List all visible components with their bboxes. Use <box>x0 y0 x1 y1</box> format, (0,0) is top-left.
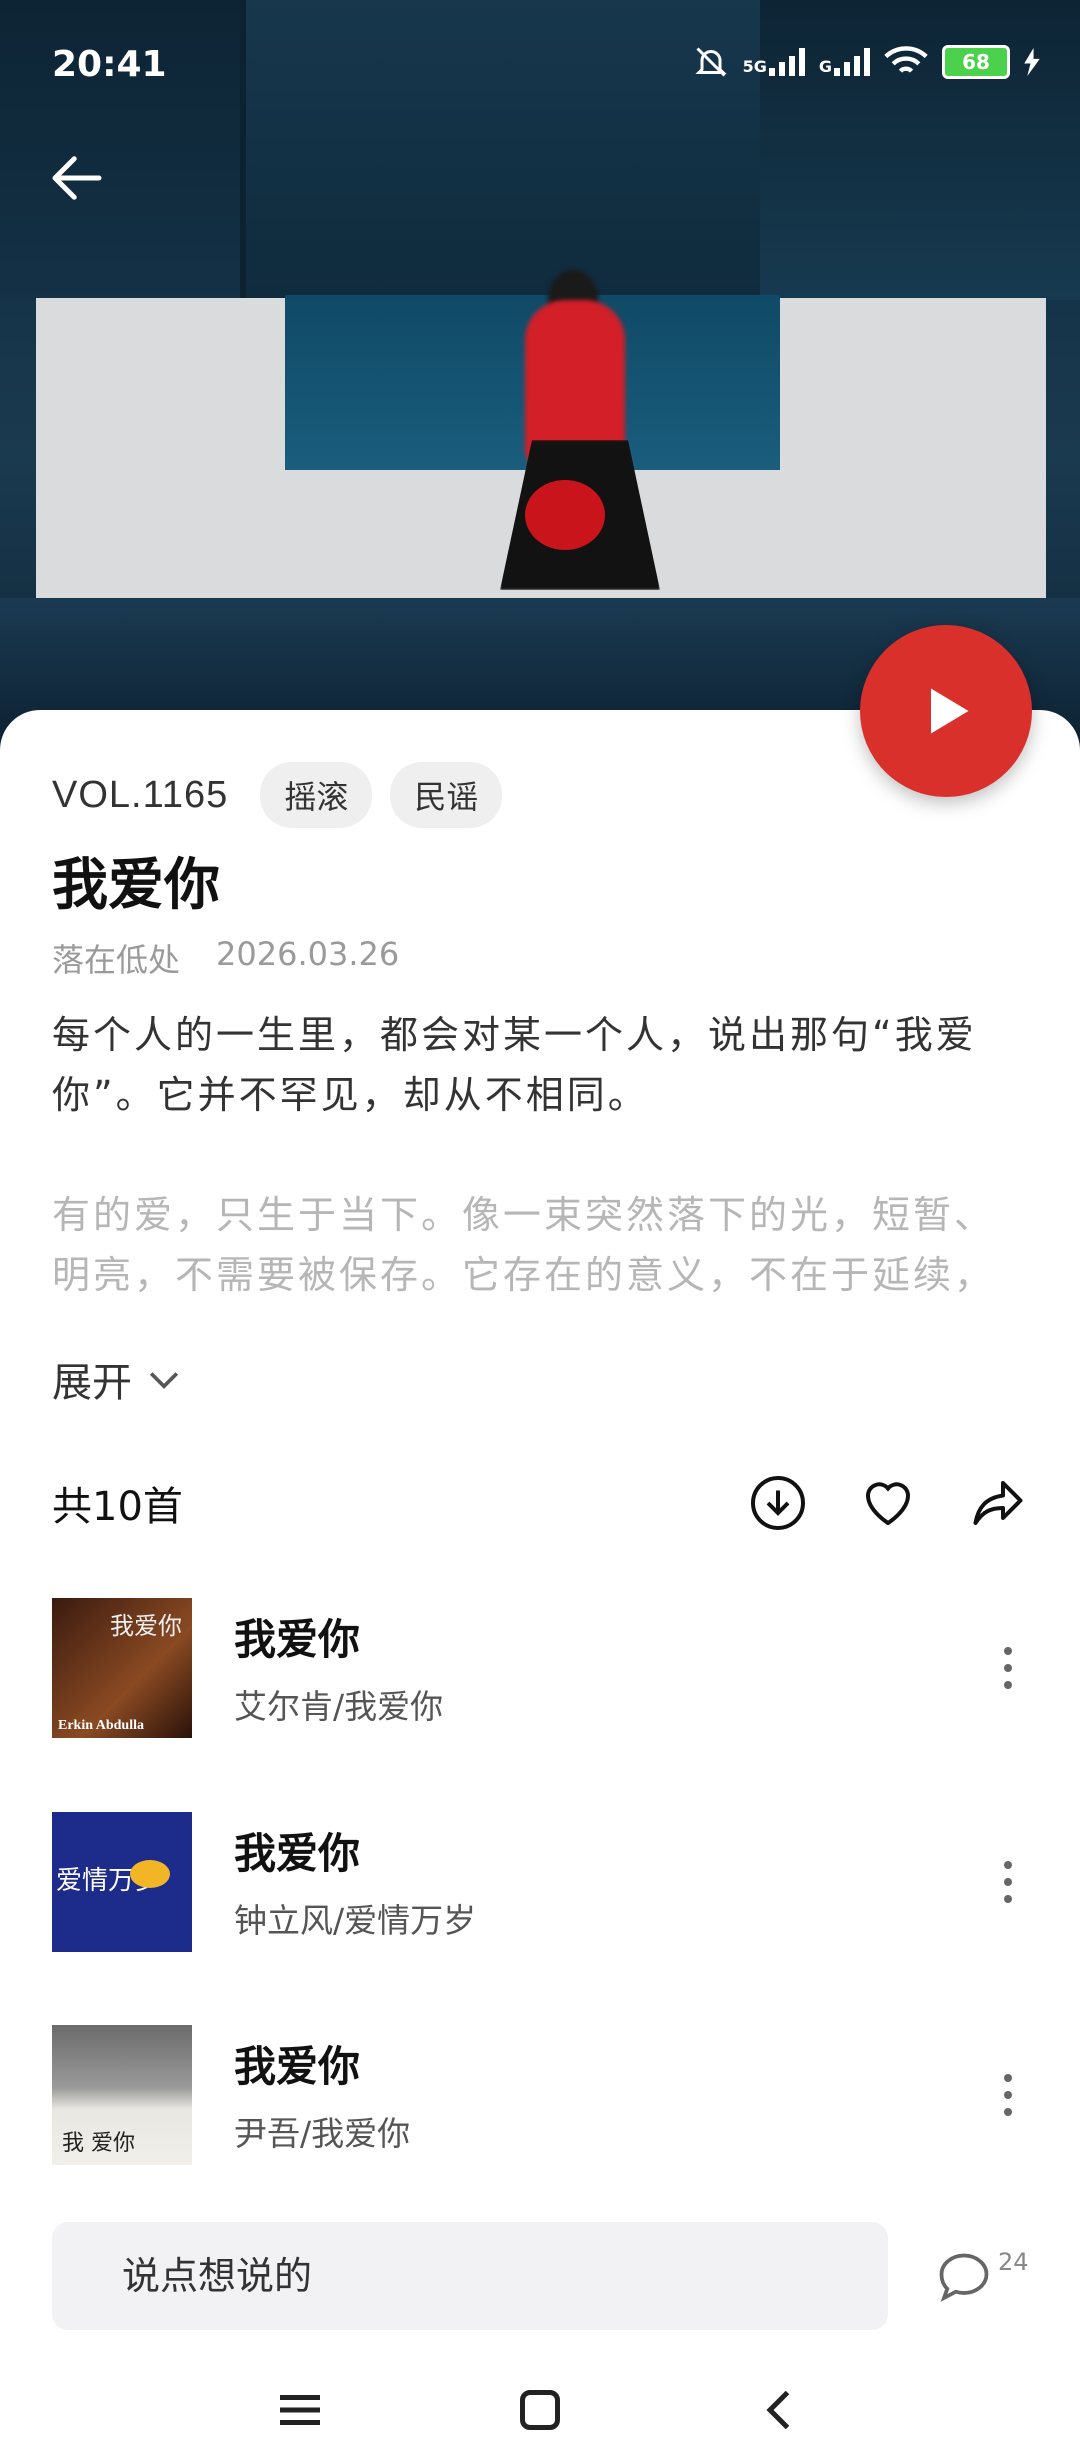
menu-icon[interactable] <box>270 2380 330 2440</box>
comment-placeholder: 说点想说的 <box>122 2254 313 2298</box>
comment-bubble-icon[interactable] <box>934 2248 994 2308</box>
album-cover: 我爱你 Erkin Abdulla <box>52 1598 192 1738</box>
status-bar: 20:41 5G G 68 <box>0 0 1080 140</box>
arrow-left-icon <box>52 156 102 200</box>
track-artist: 钟立风/爱情万岁 <box>234 1901 477 1940</box>
back-button[interactable] <box>44 145 110 211</box>
comment-count: 24 <box>998 2248 1029 2276</box>
chevron-down-icon <box>149 1372 179 1389</box>
album-description-more: 有的爱，只生于当下。像一束突然落下的光，短暂、明亮，不需要被保存。它存在的意义，… <box>52 1193 996 1297</box>
status-icons: 5G G 68 <box>693 44 1040 80</box>
track-title: 我爱你 <box>234 1615 361 1664</box>
heart-icon <box>865 1482 911 1526</box>
track-item[interactable]: 我爱你 Erkin Abdulla 我爱你 艾尔肯/我爱你 <box>52 1598 1028 1738</box>
wifi-icon <box>884 46 928 73</box>
signal-g-icon: G <box>819 48 870 76</box>
track-title: 我爱你 <box>234 1829 361 1878</box>
track-title: 我爱你 <box>234 2042 361 2091</box>
favorite-button[interactable] <box>858 1473 918 1533</box>
author-name[interactable]: 落在低处 <box>52 935 180 981</box>
cover-handwriting: 我爱你 <box>110 1612 182 1640</box>
tag-rock[interactable]: 摇滚 <box>260 762 373 828</box>
vol-label: VOL.1165 <box>52 773 229 816</box>
track-artist: 艾尔肯/我爱你 <box>234 1687 444 1726</box>
track-artist: 尹吾/我爱你 <box>234 2114 411 2153</box>
more-options-button[interactable] <box>988 1852 1028 1912</box>
back-nav-icon[interactable] <box>750 2380 810 2440</box>
download-icon <box>751 1476 805 1530</box>
album-cover: 爱情万岁 <box>52 1812 192 1952</box>
album-cover: 我 爱你 <box>52 2025 192 2165</box>
play-icon <box>931 688 969 734</box>
signal-5g-icon: 5G <box>743 48 805 76</box>
expand-label: 展开 <box>52 1360 132 1406</box>
more-options-button[interactable] <box>988 2065 1028 2125</box>
status-time: 20:41 <box>52 44 167 85</box>
tracklist-actions <box>748 1473 1028 1533</box>
share-button[interactable] <box>968 1473 1028 1533</box>
system-nav-bar <box>0 2360 1080 2460</box>
tracklist-header: 共10首 <box>52 1468 1028 1538</box>
cover-caption: 我 爱你 <box>62 2131 135 2156</box>
album-byline: 落在低处 2026.03.26 <box>52 935 399 981</box>
cover-decoration <box>130 1860 170 1888</box>
publish-date: 2026.03.26 <box>216 935 400 973</box>
album-title: 我爱你 <box>52 853 220 918</box>
track-count: 共10首 <box>52 1484 183 1530</box>
album-description: 每个人的一生里，都会对某一个人，说出那句“我爱你”。它并不罕见，却从不相同。 <box>52 1013 977 1117</box>
comment-field[interactable]: 说点想说的 <box>52 2222 888 2330</box>
album-meta-row: VOL.1165 摇滚 民谣 <box>52 762 503 828</box>
expand-button[interactable]: 展开 <box>52 1350 186 1408</box>
tag-folk[interactable]: 民谣 <box>390 762 503 828</box>
battery-icon: 68 <box>942 45 1010 79</box>
play-button[interactable] <box>860 625 1032 797</box>
mute-bell-icon <box>694 47 727 77</box>
hero-figure-bag <box>525 480 605 550</box>
charging-icon <box>1024 48 1040 76</box>
download-button[interactable] <box>748 1473 808 1533</box>
track-item[interactable]: 爱情万岁 我爱你 钟立风/爱情万岁 <box>52 1812 1028 1952</box>
home-icon[interactable] <box>510 2380 570 2440</box>
share-icon <box>973 1481 1023 1525</box>
more-options-button[interactable] <box>988 1638 1028 1698</box>
track-item[interactable]: 我 爱你 我爱你 尹吾/我爱你 <box>52 2025 1028 2165</box>
cover-caption: Erkin Abdulla <box>58 1718 144 1733</box>
